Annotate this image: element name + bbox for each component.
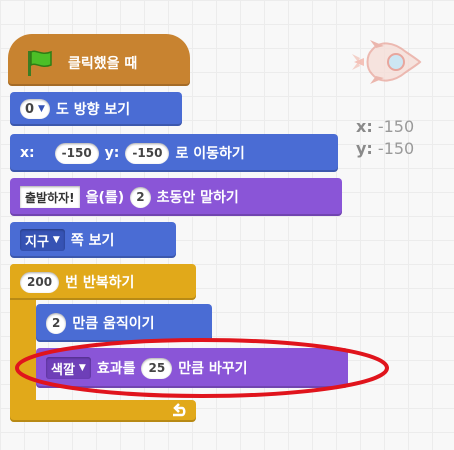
point-direction-label: 도 방향 보기 [55, 102, 131, 118]
goto-x-label: x: [20, 145, 35, 161]
repeat-footer [10, 400, 196, 422]
goto-suffix: 로 이동하기 [175, 146, 245, 162]
move-label: 만큼 움직이기 [72, 316, 155, 332]
goto-y-input[interactable]: -150 [125, 142, 170, 164]
green-flag-icon [28, 50, 52, 76]
chevron-down-icon: ▼ [78, 363, 86, 373]
x-readout-label: x: [356, 117, 373, 136]
y-readout-value: -150 [377, 139, 415, 158]
say-suffix: 초동안 말하기 [156, 190, 239, 206]
chevron-down-icon: ▼ [38, 104, 45, 114]
move-steps-input[interactable]: 2 [46, 312, 67, 334]
move-steps-block[interactable]: 2 만큼 움직이기 [36, 304, 212, 342]
rocket-sprite-icon [352, 40, 422, 84]
change-effect-block[interactable]: 색깔 ▼ 효과를 25 만큼 바꾸기 [36, 348, 348, 388]
goto-x-input[interactable]: -150 [54, 142, 99, 164]
effect-name: 색깔 [51, 362, 75, 378]
loop-arrow-icon [173, 403, 186, 417]
say-seconds-input[interactable]: 2 [130, 186, 151, 208]
point-in-direction-block[interactable]: 0 ▼ 도 방향 보기 [10, 92, 182, 126]
repeat-label: 번 반복하기 [65, 275, 135, 291]
say-mid-label: 을(를) [85, 190, 125, 206]
direction-value: 0 [25, 101, 35, 117]
repeat-header[interactable]: 200 번 반복하기 [10, 264, 196, 300]
repeat-count-input[interactable]: 200 [20, 271, 60, 293]
say-message-input[interactable]: 출발하자! [20, 186, 80, 208]
say-for-secs-block[interactable]: 출발하자! 을(를) 2 초동안 말하기 [10, 178, 342, 216]
y-readout-label: y: [356, 139, 373, 158]
repeat-block[interactable]: 200 번 반복하기 [10, 264, 196, 422]
effect-mid-label: 효과를 [96, 361, 136, 377]
go-to-xy-block[interactable]: x: -150 y: -150 로 이동하기 [10, 134, 338, 172]
chevron-down-icon: ▼ [52, 235, 60, 245]
hat-label: 클릭했을 때 [68, 56, 138, 72]
effect-amount-input[interactable]: 25 [141, 357, 173, 379]
sprite-position-readout: x: -150 y: -150 [356, 116, 414, 160]
towards-target: 지구 [25, 234, 49, 250]
point-towards-block[interactable]: 지구 ▼ 쪽 보기 [10, 222, 176, 258]
towards-suffix: 쪽 보기 [70, 233, 115, 249]
effect-dropdown[interactable]: 색깔 ▼ [46, 357, 91, 379]
direction-dropdown[interactable]: 0 ▼ [20, 99, 50, 119]
towards-dropdown[interactable]: 지구 ▼ [20, 229, 65, 251]
effect-suffix: 만큼 바꾸기 [178, 361, 248, 377]
x-readout-value: -150 [377, 117, 415, 136]
when-flag-clicked-block[interactable]: 클릭했을 때 [8, 34, 190, 86]
goto-y-label: y: [104, 145, 120, 161]
